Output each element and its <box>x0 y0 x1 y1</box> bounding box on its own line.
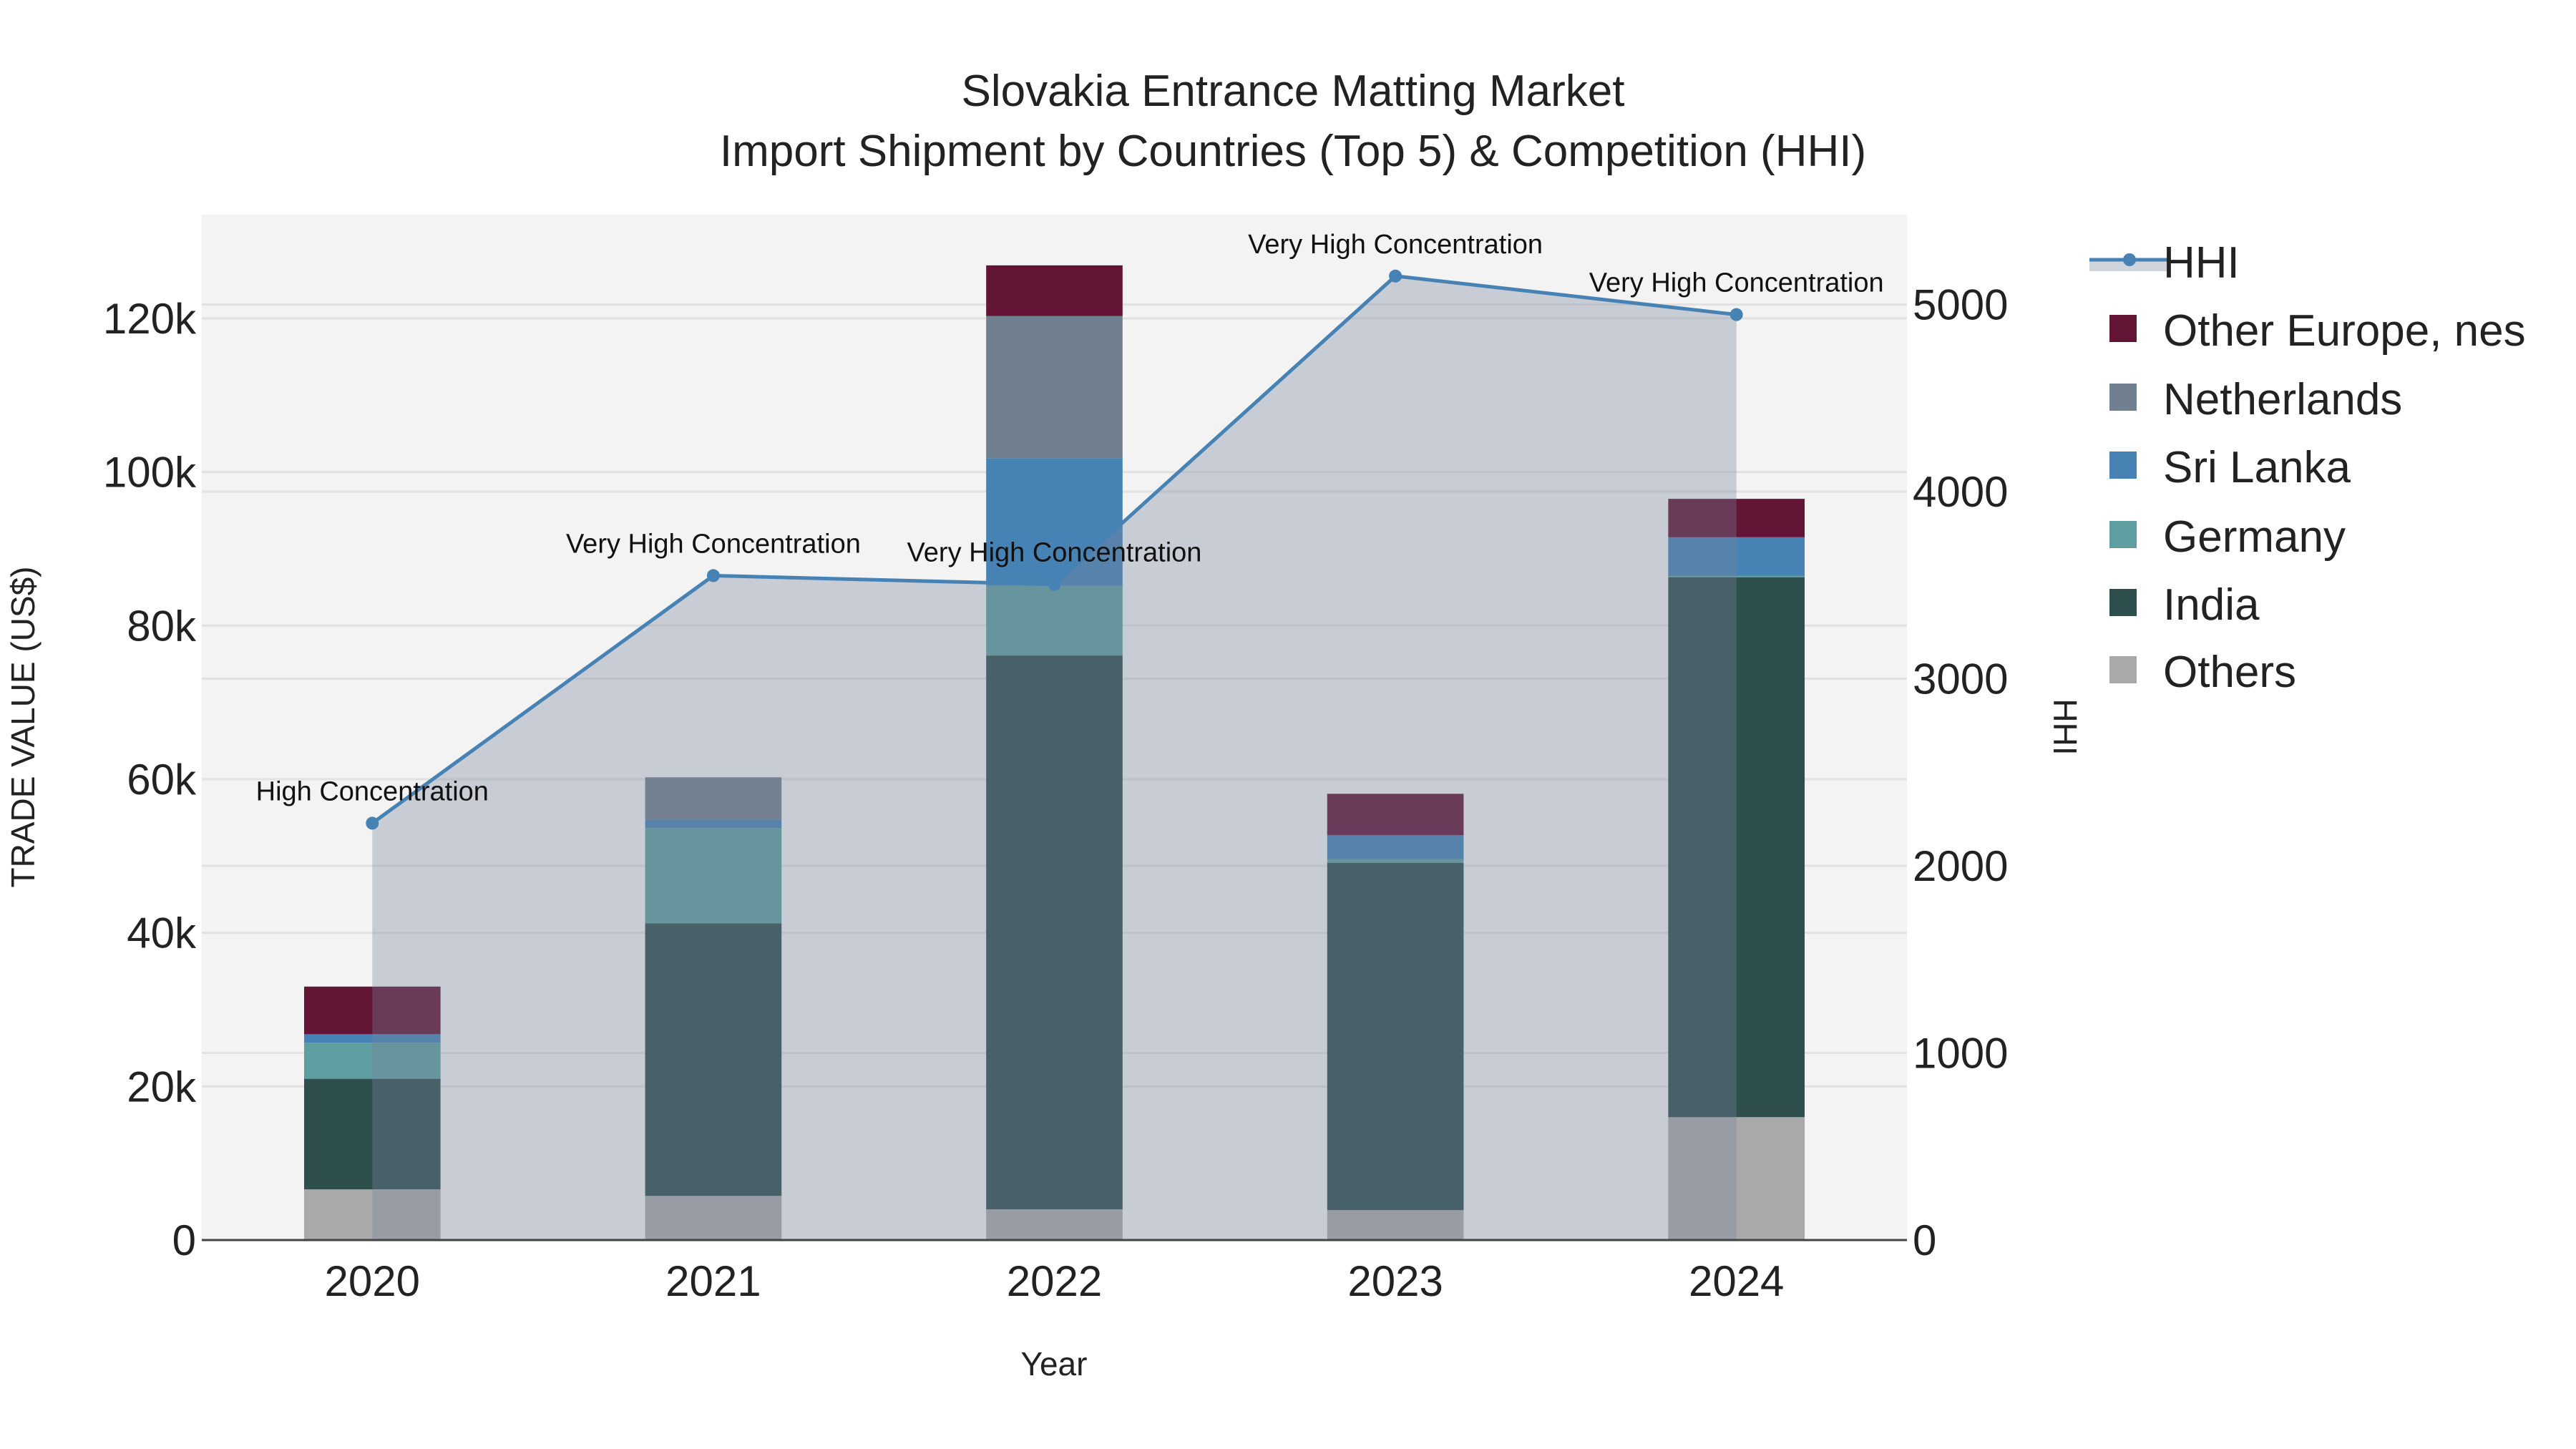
legend-label: HHI <box>2163 238 2240 288</box>
hhi-point-2022 <box>1048 577 1061 591</box>
legend-swatch-icon <box>2109 315 2137 342</box>
x-tick-label: 2023 <box>1347 1257 1443 1305</box>
legend-label: Sri Lanka <box>2163 443 2351 492</box>
legend-hhi-marker-icon <box>2123 253 2136 266</box>
bar-netherlands-2022 <box>986 316 1123 459</box>
y-tick-label: 120k <box>103 295 197 343</box>
y-tick-label: 40k <box>127 909 197 957</box>
legend-label: India <box>2163 580 2260 630</box>
legend-label: Germany <box>2163 512 2346 562</box>
y-axis-title: TRADE VALUE (US$) <box>4 566 42 887</box>
chart-title: Slovakia Entrance Matting Market <box>962 67 1625 116</box>
legend-swatch-icon <box>2109 521 2137 548</box>
hhi-annotation: Very High Concentration <box>1589 268 1884 298</box>
hhi-point-2020 <box>366 816 379 830</box>
legend-label: Other Europe, nes <box>2163 306 2526 356</box>
chart-subtitle: Import Shipment by Countries (Top 5) & C… <box>720 127 1866 176</box>
x-tick-label: 2020 <box>325 1257 420 1305</box>
y2-axis-title: HHI <box>2046 698 2084 755</box>
y2-tick-label: 3000 <box>1913 655 2008 703</box>
y-tick-label: 20k <box>127 1063 197 1111</box>
legend-label: Netherlands <box>2163 375 2402 424</box>
x-tick-label: 2022 <box>1007 1257 1102 1305</box>
y-tick-label: 0 <box>172 1216 196 1264</box>
hhi-point-2024 <box>1729 308 1743 321</box>
y2-tick-label: 5000 <box>1913 281 2008 329</box>
hhi-annotation: Very High Concentration <box>907 538 1202 568</box>
legend: HHI Other Europe, nes Netherlands Sri Lanka… <box>2089 238 2526 697</box>
x-tick-label: 2021 <box>665 1257 761 1305</box>
y2-tick-label: 1000 <box>1913 1030 2008 1078</box>
y2-tick-label: 4000 <box>1913 468 2008 516</box>
legend-swatch-icon <box>2109 384 2137 411</box>
hhi-point-2023 <box>1389 269 1402 283</box>
y2-tick-label: 0 <box>1913 1216 1936 1264</box>
legend-swatch-icon <box>2109 452 2137 479</box>
y-tick-label: 60k <box>127 756 197 804</box>
x-axis-title: Year <box>1021 1345 1088 1382</box>
legend-swatch-icon <box>2109 589 2137 616</box>
hhi-annotation: Very High Concentration <box>1248 230 1543 260</box>
hhi-point-2021 <box>706 569 720 582</box>
bar-other-europe-nes-2022 <box>986 265 1123 316</box>
legend-swatch-icon <box>2109 656 2137 683</box>
hhi-annotation: Very High Concentration <box>566 529 861 559</box>
chart: 0 20k 40k 60k 80k 100k 120k 0 1000 2000 3000 4000 50… <box>4 67 2526 1382</box>
legend-label: Others <box>2163 648 2296 697</box>
y-tick-label: 100k <box>103 449 197 497</box>
hhi-annotation: High Concentration <box>256 776 489 806</box>
y2-tick-label: 2000 <box>1913 842 2008 890</box>
x-tick-label: 2024 <box>1689 1257 1784 1305</box>
y-tick-label: 80k <box>127 602 197 650</box>
